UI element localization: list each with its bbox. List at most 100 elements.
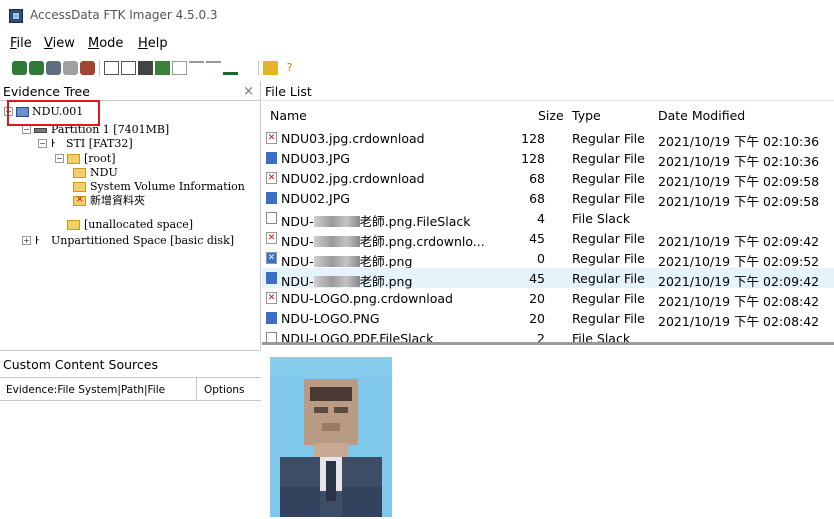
redacted-text [313,216,360,227]
file-type: Regular File [572,151,645,166]
table-row[interactable]: ✕ NDU02.jpg.crdownload 68 Regular File 2… [262,168,834,189]
tree-node-system-volume-information[interactable]: System Volume Information [73,180,253,194]
add-all-evidence-icon[interactable] [29,61,44,75]
table-row[interactable]: NDU03.JPG 128 Regular File 2021/10/19 下午… [262,148,834,169]
file-list-panel: File List Name Size Type Date Modified ✕… [262,81,834,343]
image-file-icon [266,192,277,204]
column-evidence-path[interactable]: Evidence:File System|Path|File [6,384,165,396]
file-name-prefix: NDU- [281,254,314,269]
close-icon[interactable]: × [243,84,254,99]
deleted-file-icon: ✕ [266,232,277,244]
custom-content-columns: Evidence:File System|Path|File Options [0,377,261,401]
menu-help[interactable]: Help [138,36,168,51]
redacted-text [313,276,360,287]
toolbar: ? [0,56,834,80]
table-row[interactable]: NDU- 老師.png.FileSlack 4 File Slack [262,208,834,229]
remove-all-icon[interactable] [80,61,95,75]
file-name: NDU02.JPG [281,191,350,206]
table-row[interactable]: ✕ NDU-LOGO.png.crdownload 20 Regular Fil… [262,288,834,309]
redacted-text [313,236,360,247]
deleted-file-icon: ✕ [266,292,277,304]
add-evidence-icon[interactable] [12,61,27,75]
verify-drive-icon[interactable] [189,61,204,75]
add-to-custom-content-icon[interactable] [155,61,170,75]
menu-bar: File View Mode Help [0,34,834,54]
deleted-file-icon: ✕ [266,132,277,144]
tree-node-label: STI [FAT32] [66,137,133,150]
collapse-icon[interactable]: − [38,139,47,148]
image-file-icon [266,152,277,164]
remove-evidence-icon[interactable] [63,61,78,75]
column-date-modified[interactable]: Date Modified [658,108,745,123]
file-size: 68 [529,171,545,186]
file-name-suffix: 老師.png [359,254,413,269]
menu-view[interactable]: View [44,36,75,51]
tree-node-root[interactable]: − [root] [55,152,155,166]
table-row[interactable]: ✕ NDU03.jpg.crdownload 128 Regular File … [262,128,834,149]
folder-icon [67,154,80,164]
custom-content-title: Custom Content Sources [3,357,158,372]
table-row[interactable]: NDU-LOGO.PDF.FileSlack 2 File Slack [262,328,834,342]
file-slack-icon [266,212,277,224]
obtain-protected-files-icon[interactable] [223,61,238,75]
tree-node-unallocated[interactable]: [unallocated space] [55,218,195,232]
deleted-file-icon: ✕ [266,172,277,184]
file-size: 0 [537,251,545,266]
file-name-prefix: NDU- [281,214,314,229]
expand-icon[interactable]: + [22,236,31,245]
file-size: 128 [521,131,545,146]
column-divider [196,377,197,401]
table-row-selected[interactable]: NDU- 老師.png 45 Regular File 2021/10/19 下午… [262,268,834,289]
export-logical-image-icon[interactable] [138,61,153,75]
column-name[interactable]: Name [270,108,307,123]
column-type[interactable]: Type [572,108,601,123]
app-icon [9,9,23,23]
collapse-icon[interactable]: − [22,125,31,134]
tree-node-label: System Volume Information [90,180,245,193]
image-file-icon [266,272,277,284]
detect-encryption-icon[interactable] [263,61,278,75]
file-size: 2 [537,331,545,342]
file-name-prefix: NDU- [281,234,314,249]
viewer-panel [262,345,834,519]
tree-node-label: 新增資料夾 [90,194,145,207]
table-row[interactable]: ✕ NDU- 老師.png.crdownlo... 45 Regular File… [262,228,834,249]
tree-node-label: [unallocated space] [84,218,194,231]
export-disk-image-icon[interactable] [121,61,136,75]
redacted-text [313,256,360,267]
create-custom-image-icon[interactable] [172,61,187,75]
deleted-mark-icon: ✕ [76,195,84,205]
file-size: 20 [529,291,545,306]
file-size: 20 [529,311,545,326]
tree-node-sti-fat32[interactable]: − ŀ STI [FAT32] [38,137,178,151]
tree-node-new-folder-deleted[interactable]: ✕ 新增資料夾 [73,194,183,208]
file-type: Regular File [572,191,645,206]
create-image-icon[interactable] [104,61,119,75]
filesystem-icon: ŀ [35,234,39,247]
menu-file[interactable]: File [10,36,32,51]
column-options[interactable]: Options [204,384,245,396]
tree-node-unpartitioned-space[interactable]: + ŀ Unpartitioned Space [basic disk] [22,234,242,248]
help-icon[interactable]: ? [282,61,297,75]
capture-memory-icon[interactable] [206,61,221,75]
window-title: AccessData FTK Imager 4.5.0.3 [30,8,218,22]
column-size[interactable]: Size [538,108,564,123]
deleted-image-file-icon: ✕ [266,252,277,264]
table-row[interactable]: NDU02.JPG 68 Regular File 2021/10/19 下午 … [262,188,834,209]
collapse-icon[interactable]: − [55,154,64,163]
menu-mode[interactable]: Mode [88,36,123,51]
folder-icon [73,182,86,192]
table-row[interactable]: ✕ NDU- 老師.png 0 Regular File 2021/10/19 下… [262,248,834,269]
title-bar: AccessData FTK Imager 4.5.0.3 [0,0,834,32]
file-size: 68 [529,191,545,206]
tree-node-label: NDU [90,166,118,179]
file-size: 45 [529,231,545,246]
file-list-title: File List [265,84,312,99]
custom-content-sources-panel: Custom Content Sources Evidence:File Sys… [0,350,261,519]
image-mounting-icon[interactable] [46,61,61,75]
table-row[interactable]: NDU-LOGO.PNG 20 Regular File 2021/10/19 … [262,308,834,329]
file-slack-icon [266,332,277,342]
tree-node-label: [root] [84,152,116,165]
file-name-prefix: NDU- [281,274,314,289]
tree-node-ndu[interactable]: NDU [73,166,143,180]
